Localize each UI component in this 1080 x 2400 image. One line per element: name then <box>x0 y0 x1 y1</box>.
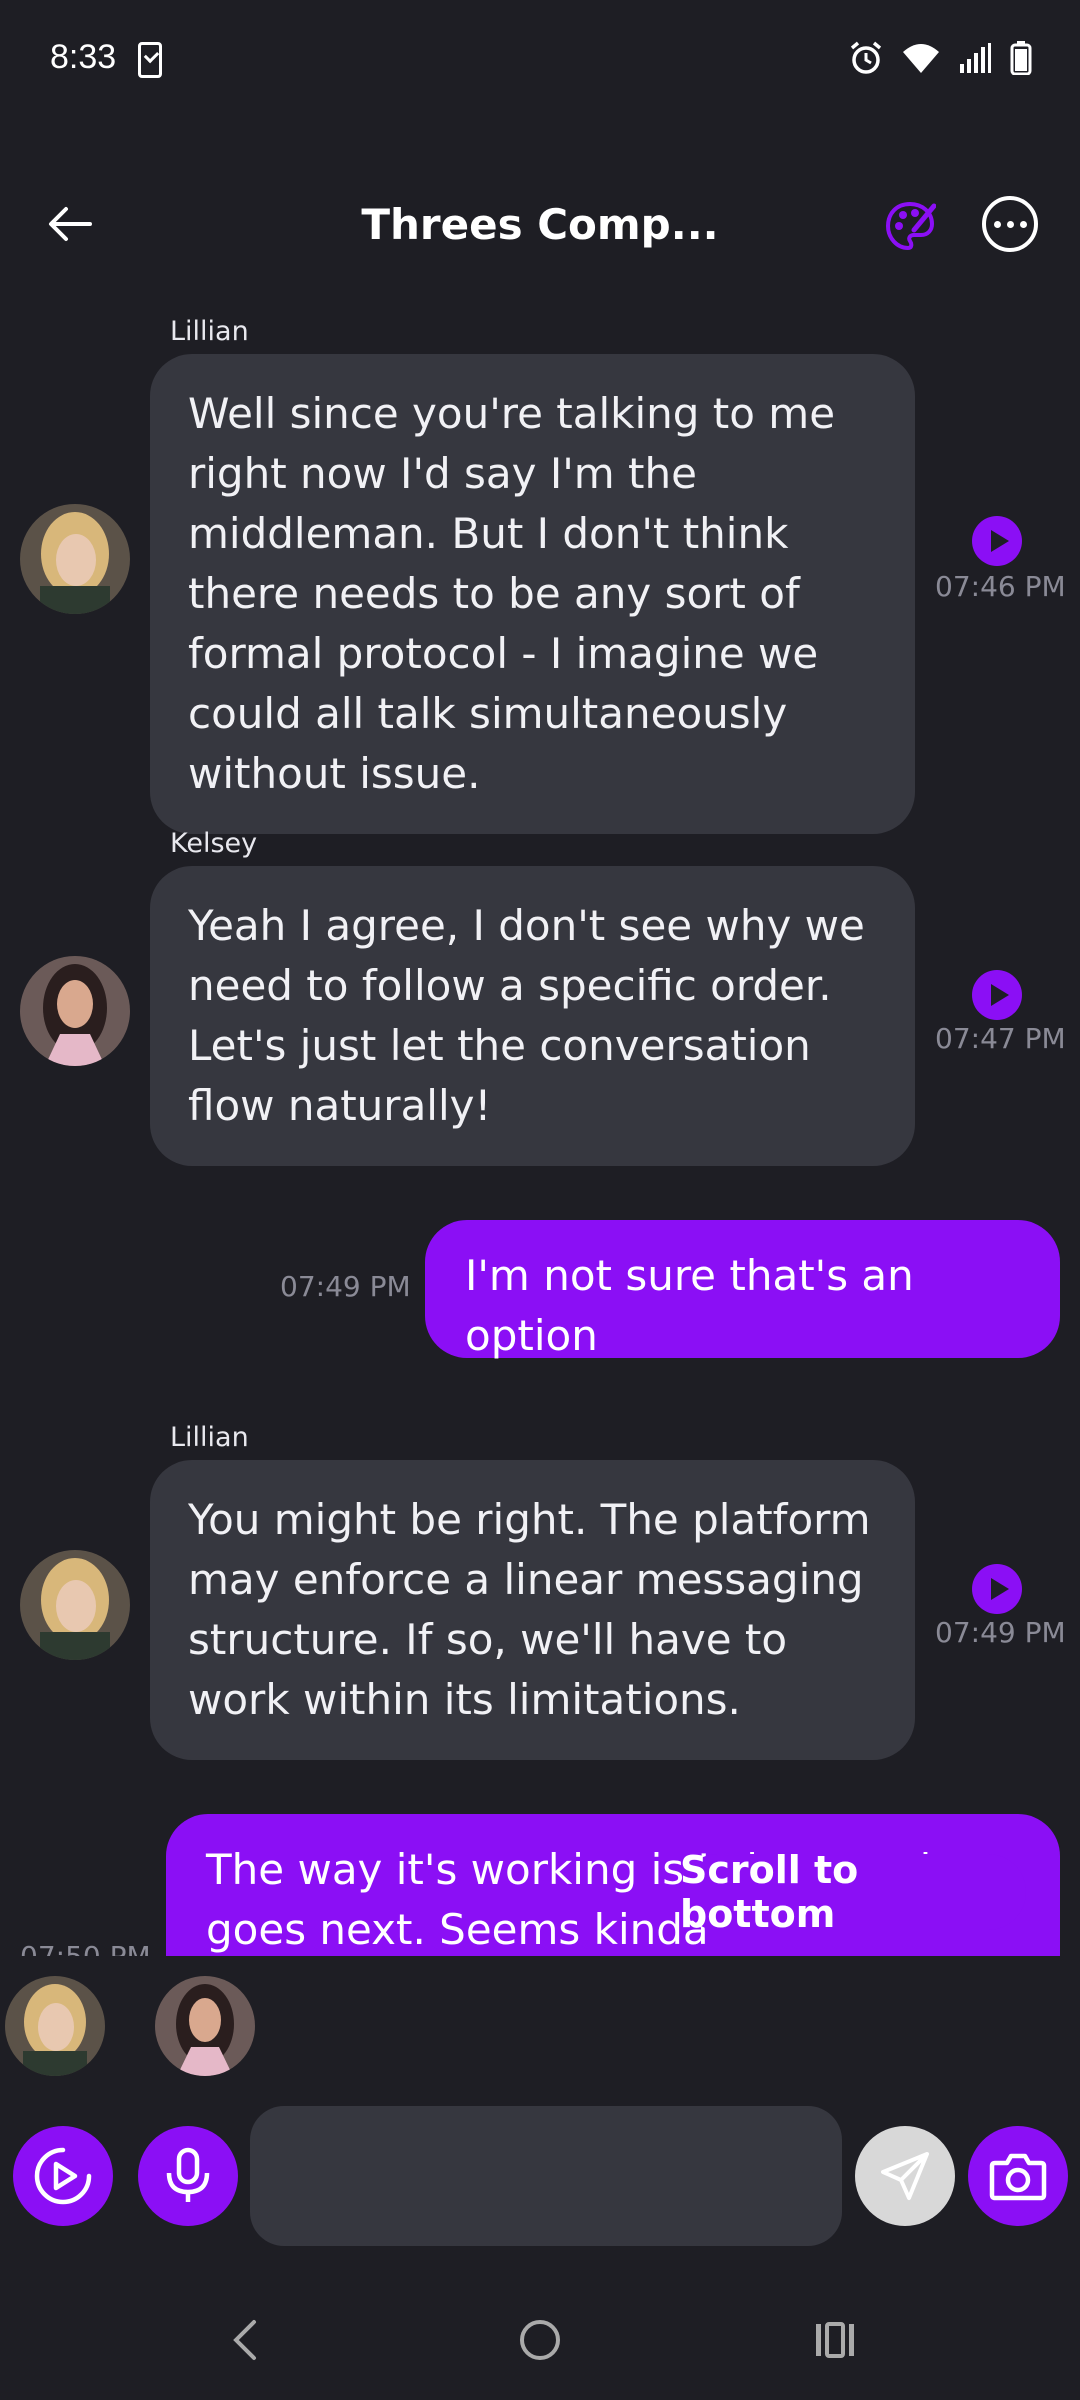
avatar-image <box>20 504 130 614</box>
microphone-button[interactable] <box>138 2126 238 2226</box>
send-icon <box>881 2152 929 2200</box>
camera-button[interactable] <box>968 2126 1068 2226</box>
nav-home-icon <box>520 2320 560 2360</box>
nav-back-button[interactable] <box>200 2300 290 2380</box>
sender-name: Lillian <box>170 316 249 347</box>
message-bubble[interactable]: You might be right. The platform may enf… <box>150 1460 915 1760</box>
avatar-lillian[interactable] <box>20 1550 130 1660</box>
more-horizontal-icon <box>993 220 1001 228</box>
message-bubble[interactable]: Yeah I agree, I don't see why we need to… <box>150 866 915 1166</box>
message-time: 07:46 PM <box>935 570 1066 603</box>
sender-name: Kelsey <box>170 828 258 859</box>
play-circle-button[interactable] <box>13 2126 113 2226</box>
message-bubble[interactable]: Well since you're talking to me right no… <box>150 354 915 834</box>
more-dot <box>1006 220 1014 228</box>
chat-header: Threes Comp... <box>0 180 1080 270</box>
avatar-image <box>155 1976 255 2076</box>
message-bubble-outgoing[interactable]: I'm not sure that's an option <box>425 1220 1060 1360</box>
camera-icon <box>989 2153 1047 2201</box>
more-dot <box>1019 220 1027 228</box>
message-time: 07:50 PM <box>20 1940 151 1956</box>
status-time: 8:33 <box>50 38 117 76</box>
message-list[interactable]: Lillian Well since you're talking to me … <box>0 300 1080 1956</box>
message-composer <box>0 2096 1080 2266</box>
avatar-kelsey[interactable] <box>20 956 130 1066</box>
more-options-button[interactable] <box>982 196 1038 252</box>
wifi-icon <box>903 44 939 73</box>
chat-screen: 8:33 Threes Comp... Lillian Well since y… <box>0 0 1080 2400</box>
nav-recents-button[interactable] <box>790 2300 880 2380</box>
avatar-image <box>5 1976 105 2076</box>
nav-recents-icon <box>816 2322 854 2358</box>
palette-icon <box>885 201 936 251</box>
message-time: 07:47 PM <box>935 1022 1066 1055</box>
play-circle-icon <box>34 2147 92 2205</box>
nav-back-icon <box>233 2320 256 2360</box>
send-button[interactable] <box>855 2126 955 2226</box>
theme-button[interactable] <box>880 196 940 256</box>
microphone-icon <box>166 2147 210 2202</box>
avatar-image <box>20 956 130 1066</box>
battery-icon <box>1010 41 1032 75</box>
participant-avatar-lillian[interactable] <box>5 1976 105 2076</box>
avatar-image <box>20 1550 130 1660</box>
sender-name: Lillian <box>170 1422 249 1453</box>
nav-home-button[interactable] <box>495 2300 585 2380</box>
scroll-to-bottom-button[interactable]: Scroll to bottom <box>680 1848 1026 1936</box>
play-audio-icon[interactable] <box>972 516 1022 566</box>
status-icons <box>848 40 1032 76</box>
alarm-icon <box>850 41 882 74</box>
message-input[interactable] <box>250 2106 842 2246</box>
signal-icon <box>960 43 991 73</box>
message-time: 07:49 PM <box>935 1616 1066 1649</box>
play-audio-icon[interactable] <box>972 970 1022 1020</box>
task-check-icon <box>138 42 162 78</box>
avatar-lillian[interactable] <box>20 504 130 614</box>
play-audio-icon[interactable] <box>972 1564 1022 1614</box>
participant-avatar-kelsey[interactable] <box>155 1976 255 2076</box>
system-nav-bar <box>0 2280 1080 2400</box>
status-bar: 8:33 <box>0 0 1080 120</box>
participants-row <box>0 1956 1080 2082</box>
message-time: 07:49 PM <box>280 1270 411 1303</box>
